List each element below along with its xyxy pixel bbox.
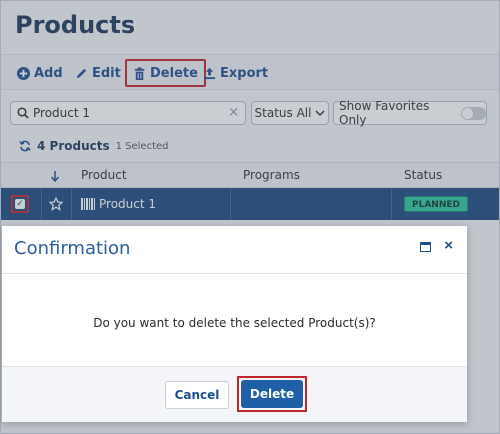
dialog-message: Do you want to delete the selected Produ… — [93, 316, 376, 330]
dialog-footer: Cancel Delete — [2, 366, 467, 422]
close-icon[interactable]: × — [444, 237, 453, 254]
confirm-delete-button[interactable]: Delete — [241, 380, 303, 408]
confirmation-dialog: Confirmation × Do you want to delete the… — [2, 226, 467, 422]
maximize-icon[interactable] — [420, 242, 431, 252]
dialog-title: Confirmation — [14, 238, 131, 259]
cancel-button[interactable]: Cancel — [165, 381, 229, 409]
confirm-delete-highlight: Delete — [237, 376, 307, 412]
dialog-header: Confirmation × — [2, 226, 467, 274]
